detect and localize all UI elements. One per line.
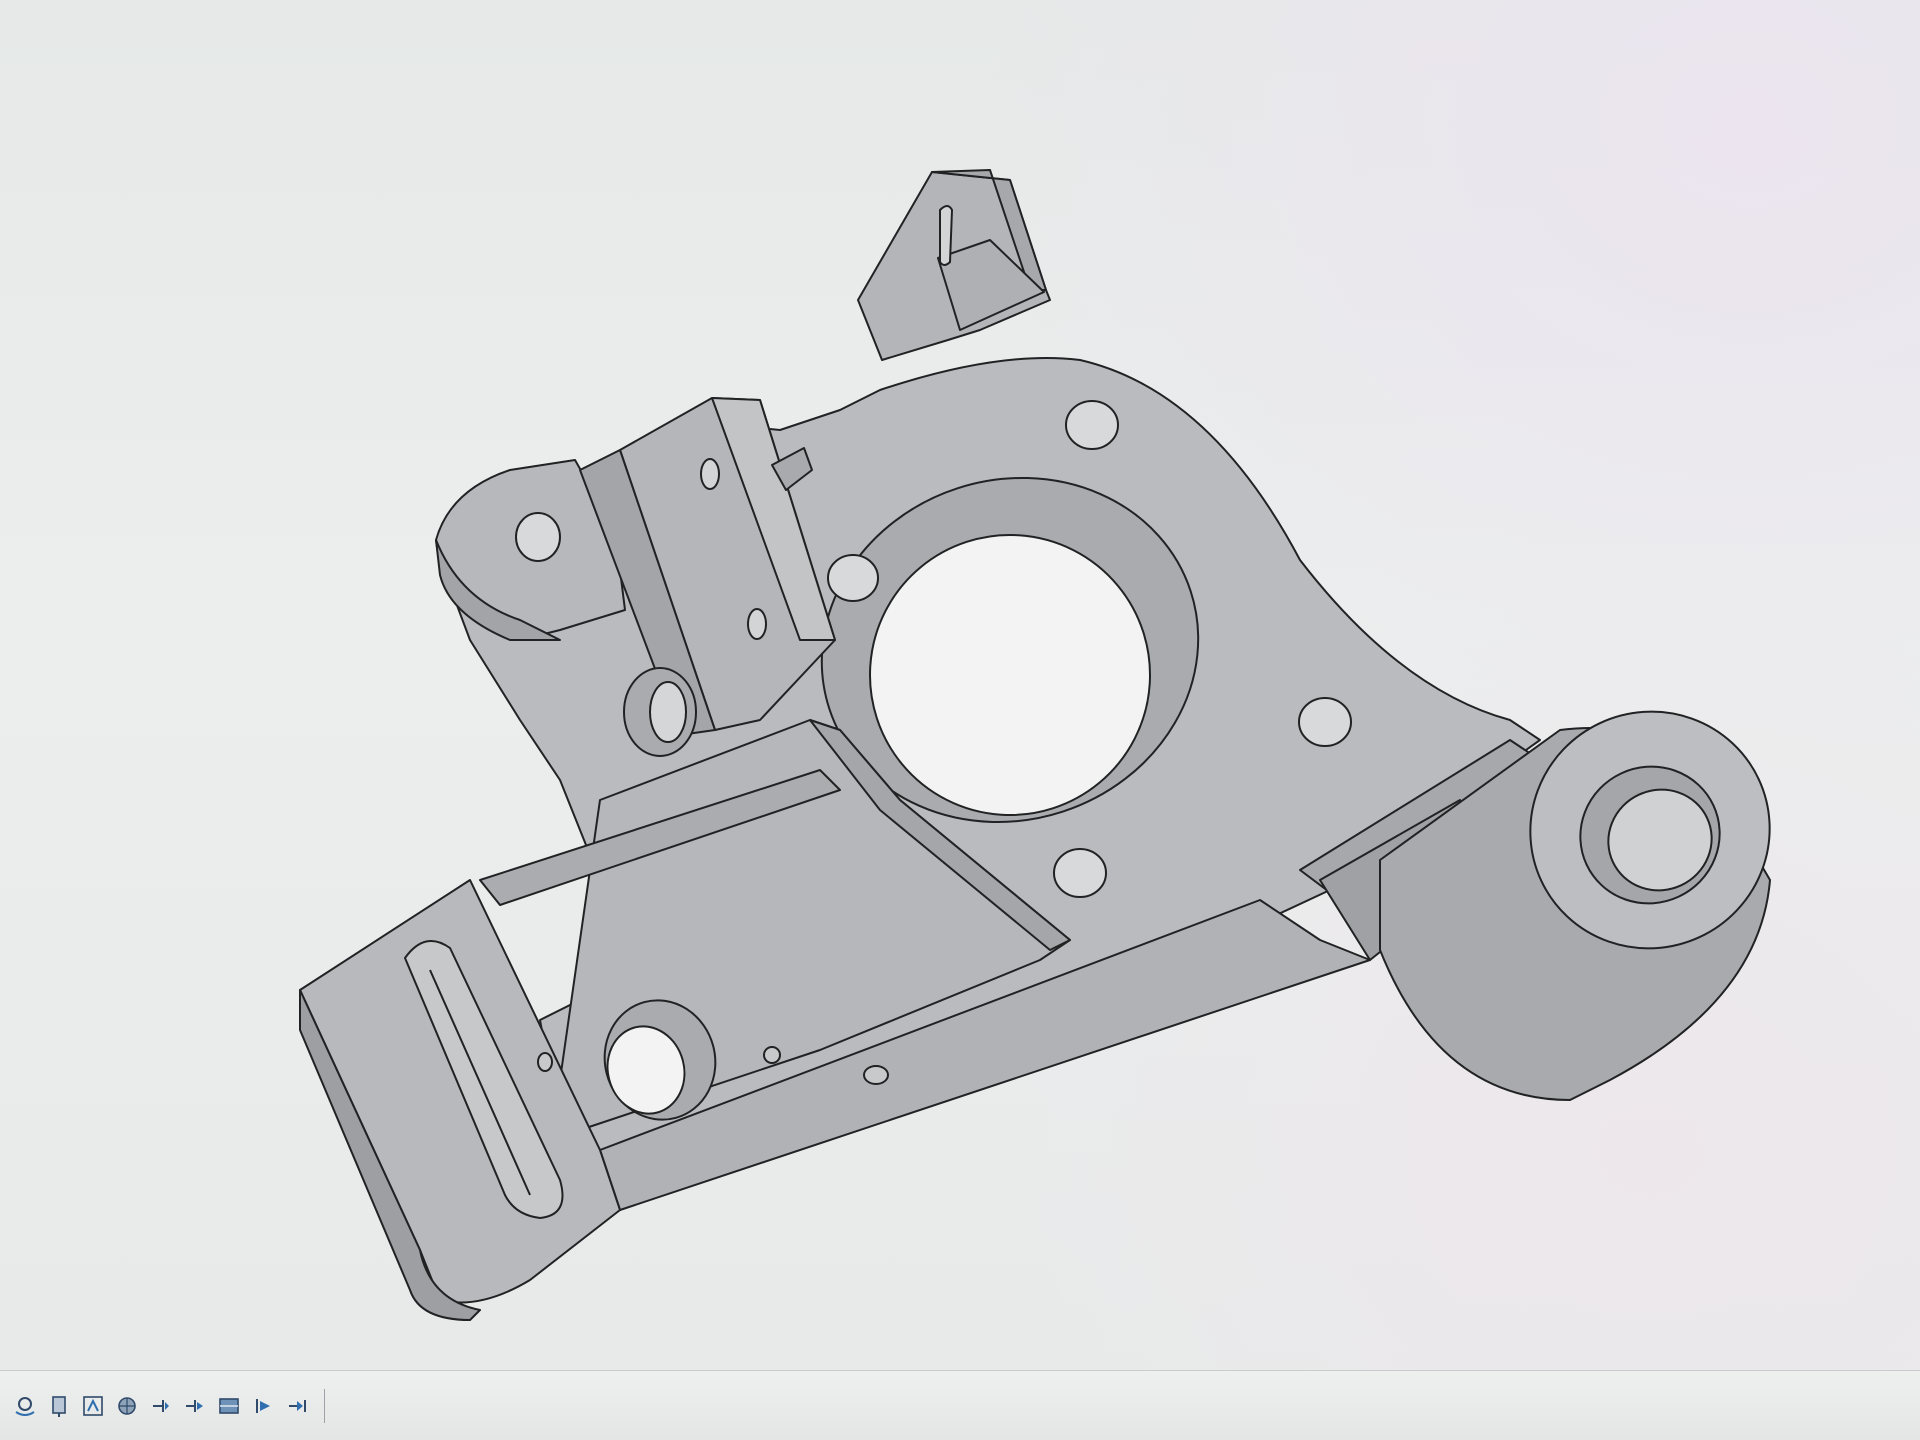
toolbar-separator [324, 1388, 325, 1423]
timeline-prev-button[interactable] [180, 1391, 210, 1421]
timeline-prev-icon [186, 1399, 203, 1412]
display-settings-button[interactable] [112, 1391, 142, 1421]
navigation-toolbar [0, 1370, 1920, 1440]
model-canvas[interactable] [0, 0, 1920, 1370]
look-at-icon [52, 1395, 66, 1417]
look-at-button[interactable] [44, 1391, 74, 1421]
slotted-foot [299, 879, 621, 1321]
zoom-window-button[interactable] [78, 1391, 108, 1421]
timeline-first-button[interactable] [146, 1391, 176, 1421]
timeline-play-icon [256, 1398, 270, 1413]
display-settings-icon [118, 1396, 136, 1415]
timeline-first-icon [153, 1399, 169, 1412]
orbit-icon [15, 1396, 35, 1416]
view-cube-button[interactable] [214, 1391, 244, 1421]
3d-model-viewport[interactable] [0, 0, 1920, 1370]
top-tab [857, 169, 1051, 361]
zoom-window-icon [83, 1395, 103, 1416]
cad-application-window [0, 0, 1920, 1440]
small-ring [623, 667, 697, 757]
timeline-play-button[interactable] [248, 1391, 278, 1421]
view-cube-icon [219, 1397, 239, 1414]
timeline-last-button[interactable] [282, 1391, 312, 1421]
orbit-button[interactable] [10, 1391, 40, 1421]
timeline-last-icon [289, 1399, 306, 1412]
